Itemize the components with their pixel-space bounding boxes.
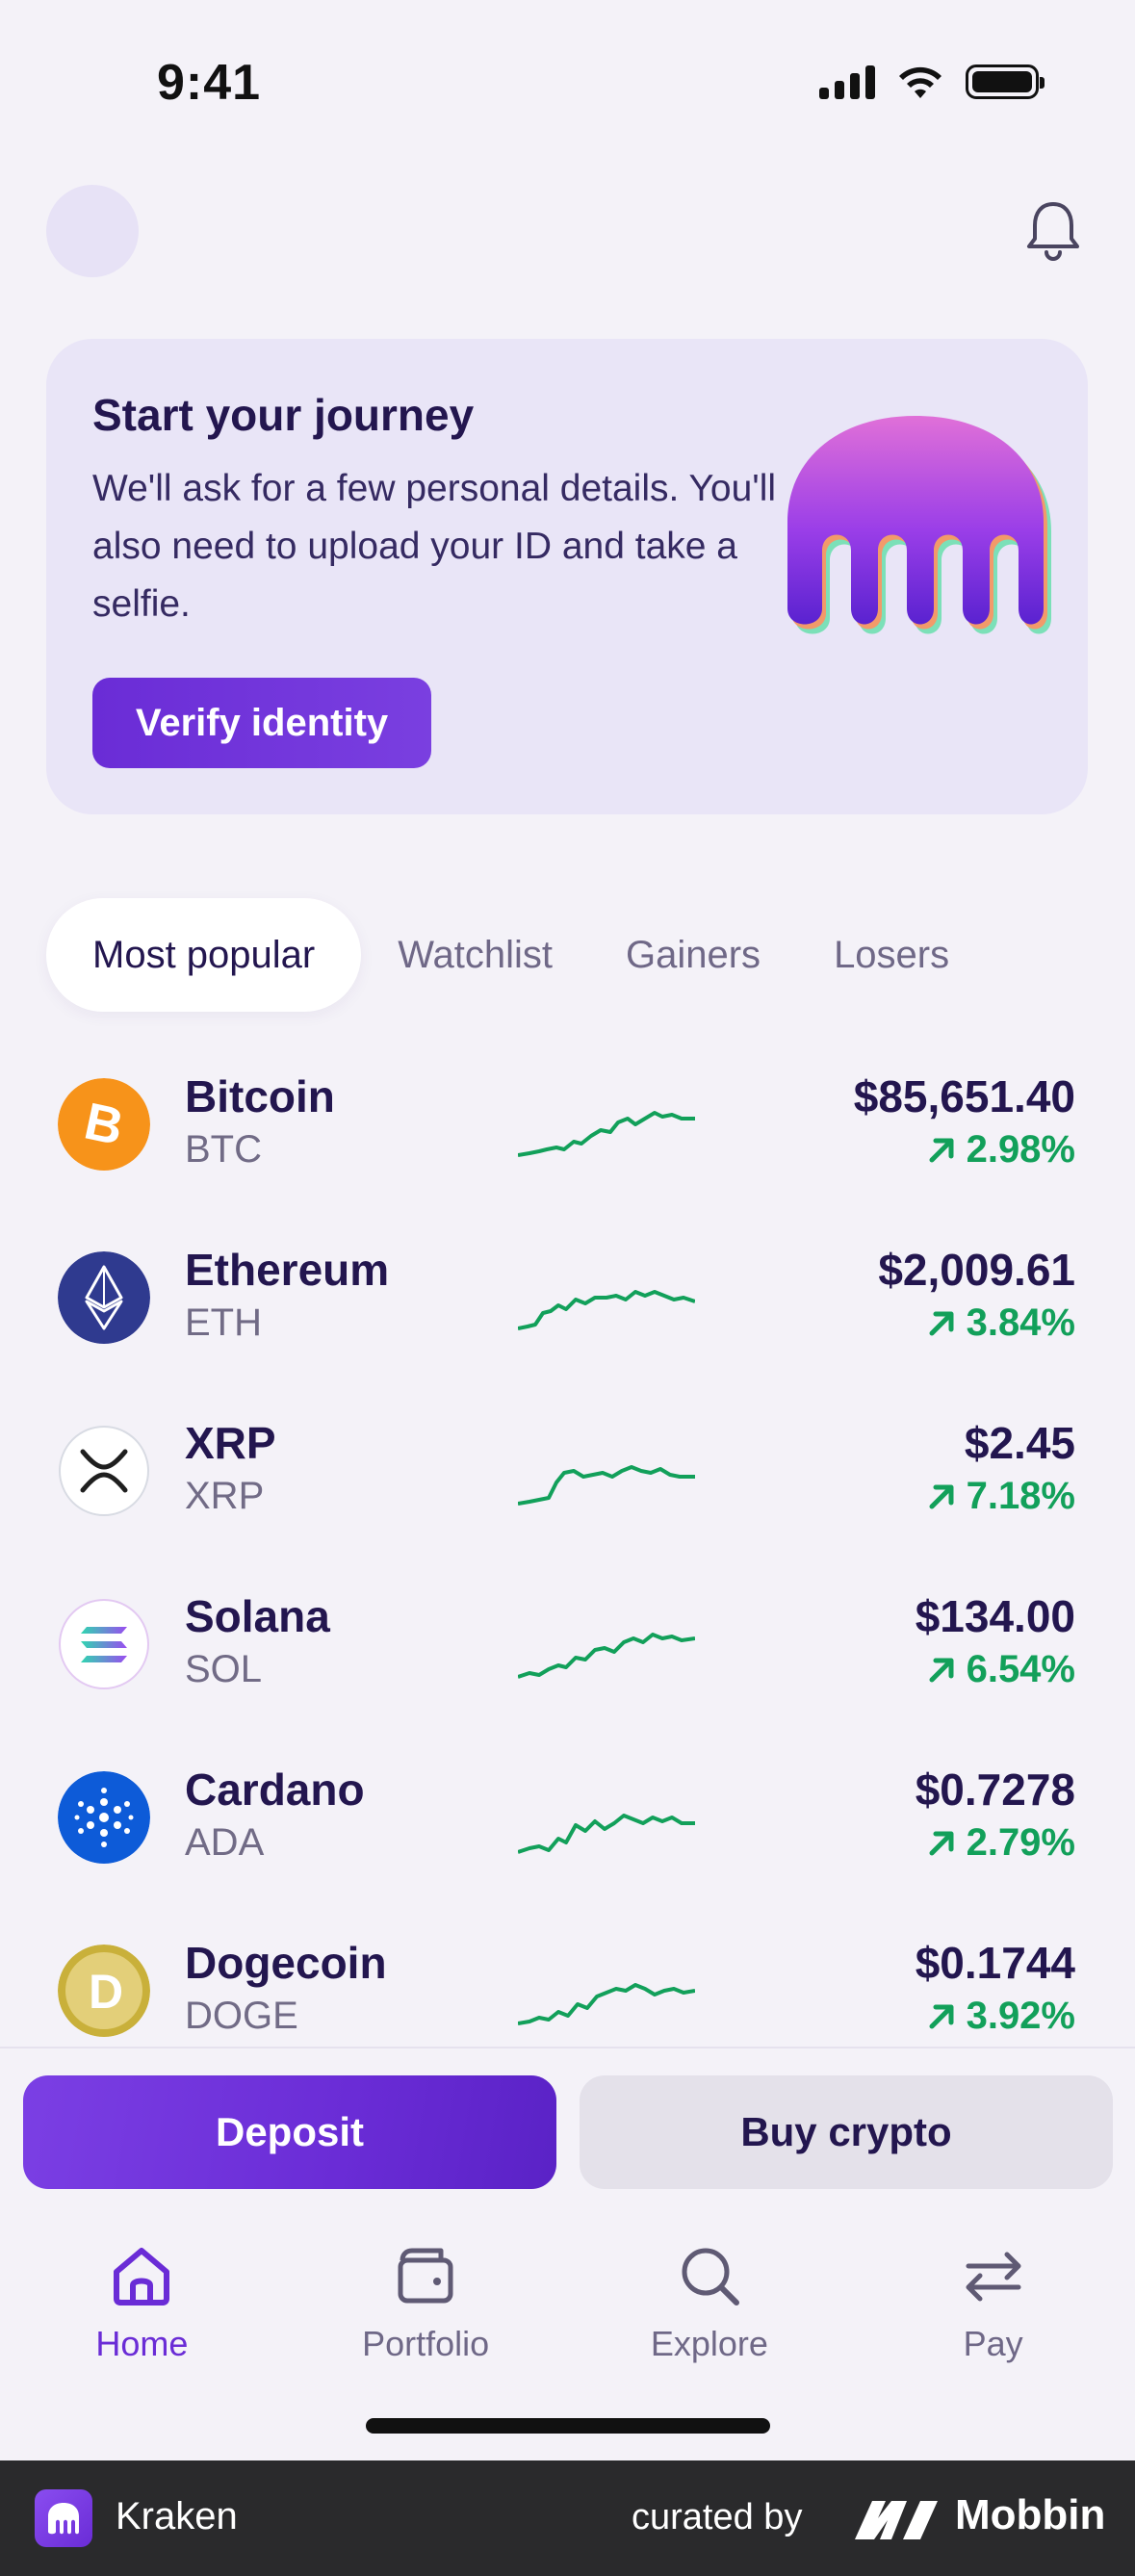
footer-app-name: Kraken xyxy=(116,2495,238,2537)
kraken-mark-icon xyxy=(48,2503,79,2535)
price-sparkline xyxy=(518,1633,695,1679)
asset-symbol: BTC xyxy=(185,1128,262,1171)
asset-name: XRP xyxy=(185,1418,276,1468)
asset-change-value: 6.54% xyxy=(966,1648,1075,1690)
kraken-app-icon xyxy=(35,2489,92,2547)
arrow-up-right-icon xyxy=(929,1138,954,1162)
search-icon xyxy=(682,2248,739,2306)
home-indicator xyxy=(366,2418,770,2434)
bitcoin-icon: B xyxy=(58,1078,150,1171)
cellular-signal-icon xyxy=(819,64,875,99)
price-sparkline xyxy=(518,1290,695,1330)
price-sparkline xyxy=(518,1983,695,2025)
asset-symbol: ADA xyxy=(185,1821,265,1864)
tab-most-popular[interactable]: Most popular xyxy=(46,898,362,1012)
price-sparkline xyxy=(518,1465,695,1506)
nav-portfolio[interactable]: Portfolio xyxy=(284,2241,568,2395)
asset-row-ethereum[interactable]: Ethereum ETH $2,009.61 3.84% xyxy=(0,1213,1135,1386)
avatar[interactable] xyxy=(46,185,139,277)
asset-change-value: 3.92% xyxy=(966,1995,1075,2037)
footer-curated-by: curated by xyxy=(632,2497,803,2537)
asset-symbol: XRP xyxy=(185,1475,265,1517)
transfer-arrows-icon xyxy=(966,2252,1021,2302)
market-tabs: Most popular Watchlist Gainers Losers xyxy=(46,897,986,1013)
asset-symbol: ETH xyxy=(185,1301,262,1344)
arrow-up-right-icon xyxy=(929,1831,954,1855)
asset-list: B Bitcoin BTC $85,651.40 2.98% Ethereum … xyxy=(0,1040,1135,2046)
bottom-nav: Home Portfolio Explore Pay xyxy=(0,2241,1135,2395)
asset-price: $2,009.61 xyxy=(878,1245,1075,1295)
tab-gainers[interactable]: Gainers xyxy=(589,898,797,1012)
status-time: 9:41 xyxy=(157,55,262,111)
nav-label: Pay xyxy=(963,2324,1023,2363)
asset-price: $0.7278 xyxy=(915,1765,1075,1815)
battery-icon xyxy=(966,64,1045,99)
arrow-up-right-icon xyxy=(929,2004,954,2028)
nav-label: Home xyxy=(95,2324,189,2363)
verify-identity-button[interactable]: Verify identity xyxy=(92,678,431,768)
status-bar: 9:41 xyxy=(0,0,1135,164)
asset-change: 2.98% xyxy=(924,1128,1075,1172)
mobbin-logo-icon xyxy=(855,2501,938,2539)
notifications-bell-icon[interactable] xyxy=(1019,196,1087,264)
asset-name: Cardano xyxy=(185,1765,365,1815)
home-icon xyxy=(114,2248,170,2306)
asset-price: $134.00 xyxy=(915,1591,1075,1641)
asset-change-value: 2.79% xyxy=(966,1821,1075,1864)
asset-change: 3.92% xyxy=(924,1995,1075,2038)
status-icons xyxy=(819,64,1045,100)
asset-row-cardano[interactable]: Cardano ADA $0.7278 2.79% xyxy=(0,1733,1135,1906)
nav-label: Explore xyxy=(650,2324,768,2363)
asset-price: $2.45 xyxy=(964,1418,1075,1468)
asset-symbol: DOGE xyxy=(185,1995,298,2037)
deposit-button[interactable]: Deposit xyxy=(23,2075,556,2189)
asset-change: 2.79% xyxy=(924,1821,1075,1865)
nav-label: Portfolio xyxy=(362,2324,490,2363)
kraken-logo-illustration-icon xyxy=(787,416,1051,634)
asset-price: $0.1744 xyxy=(915,1938,1075,1988)
asset-row-solana[interactable]: Solana SOL $134.00 6.54% xyxy=(0,1559,1135,1733)
asset-change-value: 3.84% xyxy=(966,1301,1075,1344)
wifi-icon xyxy=(899,66,942,98)
asset-row-xrp[interactable]: XRP XRP $2.45 7.18% xyxy=(0,1386,1135,1559)
card-title: Start your journey xyxy=(92,390,475,440)
asset-row-bitcoin[interactable]: B Bitcoin BTC $85,651.40 2.98% xyxy=(0,1040,1135,1213)
asset-name: Solana xyxy=(185,1591,330,1641)
arrow-up-right-icon xyxy=(929,1484,954,1508)
asset-change: 6.54% xyxy=(924,1648,1075,1691)
asset-symbol: SOL xyxy=(185,1648,263,1690)
dogecoin-icon: D xyxy=(58,1945,150,2037)
bottom-panel: Deposit Buy crypto Home Portfolio Explor… xyxy=(0,2047,1135,2462)
asset-price: $85,651.40 xyxy=(853,1071,1075,1121)
card-body: We'll ask for a few personal details. Yo… xyxy=(92,468,777,625)
solana-icon xyxy=(59,1599,149,1689)
arrow-up-right-icon xyxy=(929,1658,954,1682)
asset-change-value: 2.98% xyxy=(966,1128,1075,1171)
xrp-icon xyxy=(59,1426,149,1516)
asset-name: Bitcoin xyxy=(185,1071,335,1121)
ethereum-icon xyxy=(58,1251,150,1344)
asset-change: 3.84% xyxy=(924,1301,1075,1345)
tab-losers[interactable]: Losers xyxy=(797,898,986,1012)
svg-text:D: D xyxy=(89,1965,123,2019)
asset-name: Ethereum xyxy=(185,1245,390,1295)
nav-home[interactable]: Home xyxy=(0,2241,284,2395)
footer-brand: Mobbin xyxy=(955,2491,1106,2538)
arrow-up-right-icon xyxy=(929,1311,954,1335)
cardano-icon xyxy=(58,1771,150,1864)
asset-change-value: 7.18% xyxy=(966,1475,1075,1517)
price-sparkline xyxy=(518,1814,695,1854)
price-sparkline xyxy=(518,1111,695,1157)
asset-change: 7.18% xyxy=(924,1475,1075,1518)
curation-footer: Kraken curated by Mobbin xyxy=(0,2460,1135,2576)
verify-journey-card: Start your journey We'll ask for a few p… xyxy=(46,339,1088,814)
tab-watchlist[interactable]: Watchlist xyxy=(361,898,589,1012)
wallet-icon xyxy=(398,2248,453,2304)
asset-name: Dogecoin xyxy=(185,1938,387,1988)
nav-explore[interactable]: Explore xyxy=(568,2241,852,2395)
buy-crypto-button[interactable]: Buy crypto xyxy=(580,2075,1113,2189)
nav-pay[interactable]: Pay xyxy=(851,2241,1135,2395)
asset-row-dogecoin[interactable]: D Dogecoin DOGE $0.1744 3.92% xyxy=(0,1906,1135,2046)
